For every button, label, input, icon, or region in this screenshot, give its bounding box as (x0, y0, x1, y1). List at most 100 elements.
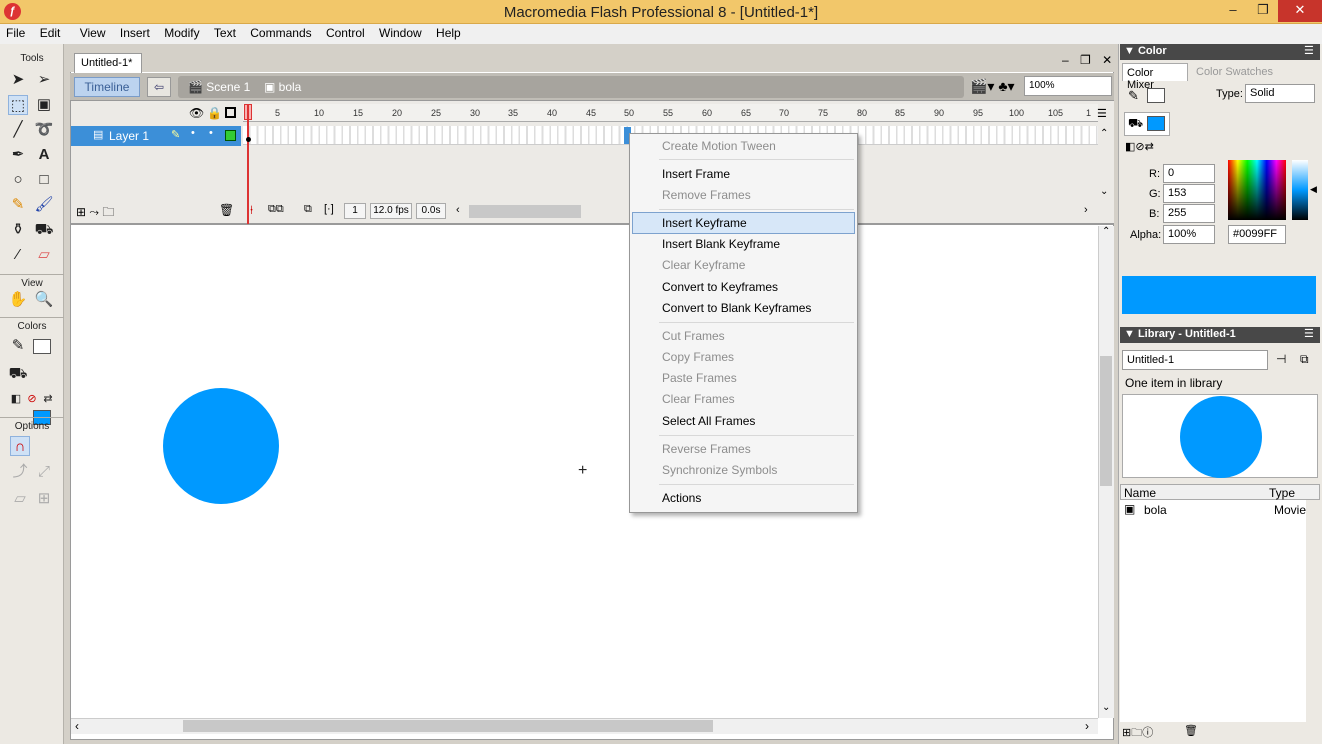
vscroll-thumb[interactable] (1100, 356, 1112, 486)
menu-actions[interactable]: Actions (662, 491, 701, 505)
eyedropper-tool-icon[interactable]: ⁄ (8, 245, 28, 265)
b-input[interactable]: 255 (1163, 204, 1215, 223)
menu-window[interactable]: Window (374, 24, 427, 43)
stroke-color-icon[interactable]: ✎ (8, 336, 28, 356)
scroll-right-icon[interactable]: › (1085, 719, 1089, 733)
col-name[interactable]: Name (1124, 486, 1156, 500)
timeline-scroll-left-icon[interactable]: ‹ (456, 204, 460, 216)
menu-select-all-frames[interactable]: Select All Frames (662, 414, 755, 428)
menu-reverse-frames[interactable]: Reverse Frames (662, 442, 751, 456)
edit-symbols-icon[interactable]: ♣▾ (998, 78, 1014, 94)
outline-icon[interactable] (225, 107, 236, 118)
timeline-hscroll-thumb[interactable] (469, 205, 581, 218)
menu-modify[interactable]: Modify (159, 24, 204, 43)
rectangle-tool-icon[interactable]: □ (34, 170, 54, 190)
menu-text[interactable]: Text (209, 24, 241, 43)
type-select[interactable]: Solid (1245, 84, 1315, 103)
keyframe-dot[interactable] (246, 137, 251, 142)
timeline-scroll-up-icon[interactable]: ⌃ (1100, 128, 1108, 139)
scroll-up-icon[interactable]: ⌃ (1102, 226, 1110, 237)
visible-dot-icon[interactable]: • (191, 127, 195, 139)
menu-cut-frames[interactable]: Cut Frames (662, 329, 725, 343)
g-input[interactable]: 153 (1163, 184, 1215, 203)
timeline-scroll-down-icon[interactable]: ⌄ (1100, 186, 1108, 197)
pencil-tool-icon[interactable]: ✎ (8, 195, 28, 215)
tab-color-swatches[interactable]: Color Swatches (1196, 66, 1273, 78)
timeline-scroll-right-icon[interactable]: › (1084, 204, 1088, 216)
fill-transform-tool-icon[interactable]: ▣ (34, 95, 54, 115)
menu-insert-keyframe[interactable]: Insert Keyframe (662, 216, 747, 230)
hand-tool-icon[interactable]: ✋ (8, 290, 28, 310)
mixer-fill-swatch[interactable] (1147, 116, 1165, 131)
pin-library-icon[interactable]: ⊣ (1276, 352, 1286, 366)
menu-insert-frame[interactable]: Insert Frame (662, 167, 730, 181)
fill-color-icon[interactable]: ⛟ (8, 364, 28, 384)
library-panel-menu-icon[interactable]: ☰ (1304, 327, 1314, 340)
menu-help[interactable]: Help (431, 24, 466, 43)
menu-view[interactable]: View (75, 24, 111, 43)
breadcrumb-symbol[interactable]: ▣ bola (264, 80, 301, 94)
menu-file[interactable]: File (1, 24, 30, 43)
snap-magnet-icon[interactable]: ∩ (10, 436, 30, 456)
selection-tool-icon[interactable]: ➤ (8, 70, 28, 90)
new-library-panel-icon[interactable]: ⧉ (1300, 352, 1309, 367)
stroke-color-swatch[interactable] (33, 339, 51, 354)
lasso-tool-icon[interactable]: ➰ (34, 120, 54, 140)
hex-input[interactable]: #0099FF (1228, 225, 1286, 244)
menu-clear-keyframe[interactable]: Clear Keyframe (662, 258, 745, 272)
hscroll-thumb[interactable] (183, 720, 713, 732)
layer-row[interactable]: ▤ ✎ • • (71, 126, 241, 146)
center-frame-icon[interactable]: ⍿ (250, 203, 253, 218)
add-layer-icon[interactable]: ⊞ (76, 205, 86, 219)
edit-scene-icon[interactable]: 🎬▾ (970, 78, 994, 94)
close-button[interactable]: ✕ (1278, 0, 1322, 22)
library-item[interactable]: ▣ bola Movie (1122, 502, 1306, 518)
document-window-controls[interactable]: – ❐ ✕ (1062, 53, 1116, 67)
onion-markers-icon[interactable]: [·] (324, 203, 334, 215)
menu-paste-frames[interactable]: Paste Frames (662, 371, 737, 385)
edit-symbol-icons[interactable]: 🎬▾ ♣▾ (970, 78, 1015, 95)
menu-edit[interactable]: Edit (35, 24, 66, 43)
library-document-select[interactable]: Untitled-1 (1122, 350, 1268, 370)
brightness-pointer-icon[interactable]: ◀ (1310, 184, 1317, 195)
onion-skin-icon[interactable]: ⧉⧉ (268, 203, 284, 216)
free-transform-tool-icon[interactable]: ⬚ (8, 95, 28, 115)
menu-synchronize-symbols[interactable]: Synchronize Symbols (662, 463, 777, 477)
add-guide-icon[interactable]: ⤳ (89, 205, 99, 219)
edit-multiple-frames-icon[interactable]: ⧉ (304, 203, 312, 216)
mixer-defaults-icons[interactable]: ◧⊘⇄ (1125, 140, 1154, 153)
stroke-pencil-icon[interactable]: ✎ (1128, 88, 1139, 104)
color-panel-header[interactable]: ▼ Color (1120, 44, 1320, 60)
library-bottom-icons[interactable]: ⊞🗀ⓘ (1122, 724, 1153, 743)
library-panel-header[interactable]: ▼ Library - Untitled-1 (1120, 327, 1320, 343)
timeline-menu-icon[interactable]: ☰ (1097, 107, 1107, 120)
timeline-toggle-button[interactable]: Timeline (74, 77, 140, 97)
menu-convert-to-keyframes[interactable]: Convert to Keyframes (662, 280, 778, 294)
layer-outline-color[interactable] (225, 130, 236, 141)
color-panel-menu-icon[interactable]: ☰ (1304, 44, 1314, 57)
scroll-left-icon[interactable]: ‹ (75, 719, 79, 733)
zoom-tool-icon[interactable]: 🔍 (34, 290, 54, 310)
zoom-select[interactable]: 100% (1024, 76, 1112, 96)
ink-bottle-tool-icon[interactable]: ⚱ (8, 220, 28, 240)
lock-dot-icon[interactable]: • (209, 127, 213, 139)
menu-remove-frames[interactable]: Remove Frames (662, 188, 751, 202)
line-tool-icon[interactable]: ╱ (8, 120, 28, 140)
text-tool-icon[interactable]: A (34, 145, 54, 165)
paint-bucket-tool-icon[interactable]: ⛟ (34, 220, 54, 240)
back-arrow-icon[interactable]: ⇦ (147, 77, 171, 97)
layer-tools[interactable]: ⊞ ⤳ 🗀 (76, 203, 114, 224)
alpha-input[interactable]: 100% (1163, 225, 1215, 244)
ball-shape[interactable] (163, 388, 279, 504)
add-folder-icon[interactable]: 🗀 (102, 205, 114, 219)
menu-convert-to-blank-keyframes[interactable]: Convert to Blank Keyframes (662, 301, 811, 315)
menu-insert-blank-keyframe[interactable]: Insert Blank Keyframe (662, 237, 780, 251)
brightness-slider[interactable] (1292, 160, 1308, 220)
maximize-button[interactable]: ❐ (1248, 0, 1278, 22)
mixer-stroke-swatch[interactable] (1147, 88, 1165, 103)
pen-tool-icon[interactable]: ✒ (8, 145, 28, 165)
menu-insert[interactable]: Insert (115, 24, 155, 43)
document-tab[interactable]: Untitled-1* (74, 53, 142, 73)
delete-layer-icon[interactable]: 🗑 (219, 203, 234, 217)
menu-copy-frames[interactable]: Copy Frames (662, 350, 734, 364)
